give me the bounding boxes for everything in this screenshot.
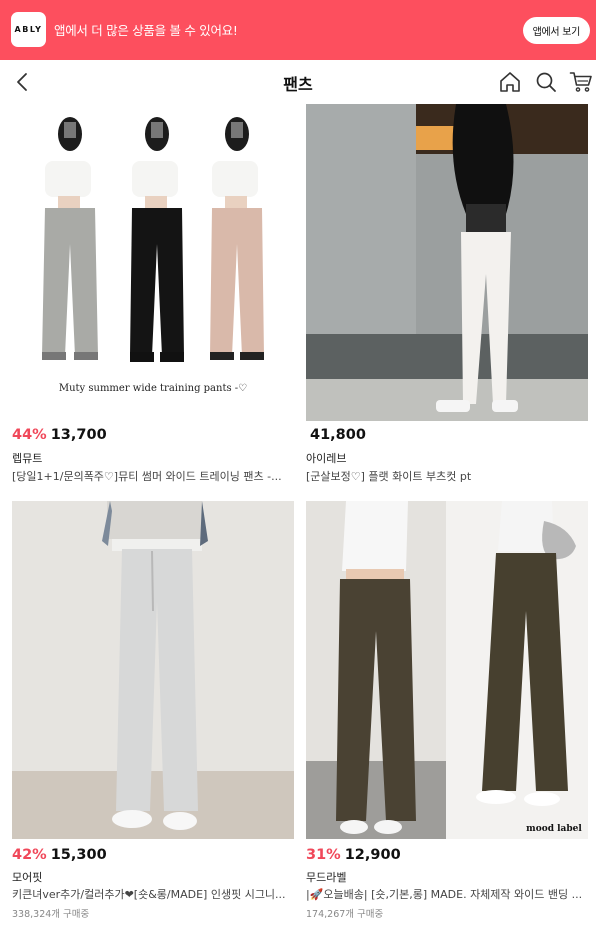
price: 13,700: [50, 427, 107, 443]
page-header: 팬츠: [0, 60, 596, 104]
product-image[interactable]: [306, 104, 588, 421]
open-app-button[interactable]: 앱에서 보기: [522, 17, 590, 44]
brand-name[interactable]: 렙뮤트: [12, 450, 42, 466]
banner-message: 앱에서 더 많은 상품을 볼 수 있어요!: [54, 23, 238, 38]
purchase-count: 338,324개 구매중: [12, 909, 90, 920]
price: 12,900: [344, 847, 401, 863]
app-install-banner: ABLY 앱에서 더 많은 상품을 볼 수 있어요! 앱에서 보기: [0, 0, 596, 60]
home-icon[interactable]: [498, 70, 522, 94]
cart-icon[interactable]: [569, 70, 593, 94]
product-image[interactable]: Muty summer wide training pants -♡: [12, 104, 294, 421]
search-icon[interactable]: [534, 70, 558, 94]
discount-rate: 31%: [306, 847, 341, 863]
product-image[interactable]: [12, 501, 294, 839]
brand-name[interactable]: 모어핏: [12, 869, 42, 885]
purchase-count: 174,267개 구매중: [306, 909, 384, 920]
product-name[interactable]: [당일1+1/문의폭주♡]뮤티 썸머 와이드 트레이닝 팬츠 -...: [12, 468, 294, 484]
discount-rate: 44%: [12, 427, 47, 443]
product-name[interactable]: 키큰녀ver추가/컬러추가❤[숏&롱/MADE] 인생핏 시그니...: [12, 886, 294, 902]
price-row: 44% 13,700: [12, 427, 107, 443]
brand-name[interactable]: 무드라벨: [306, 869, 346, 885]
brand-name[interactable]: 아이레브: [306, 450, 346, 466]
product-image-caption: mood label: [526, 824, 582, 834]
price-row: 31% 12,900: [306, 847, 401, 863]
ably-logo: ABLY: [11, 12, 46, 47]
price: 41,800: [310, 427, 366, 443]
product-image[interactable]: mood label: [306, 501, 588, 839]
price-row: 41,800: [306, 427, 366, 443]
discount-rate: 42%: [12, 847, 47, 863]
product-name[interactable]: |🚀오늘배송| [숏,기본,롱] MADE. 자체제작 와이드 밴딩 ...: [306, 886, 588, 902]
price-row: 42% 15,300: [12, 847, 107, 863]
price: 15,300: [50, 847, 107, 863]
product-name[interactable]: [군살보정♡] 플랫 화이트 부츠컷 pt: [306, 468, 588, 484]
product-image-caption: Muty summer wide training pants -♡: [59, 383, 247, 394]
